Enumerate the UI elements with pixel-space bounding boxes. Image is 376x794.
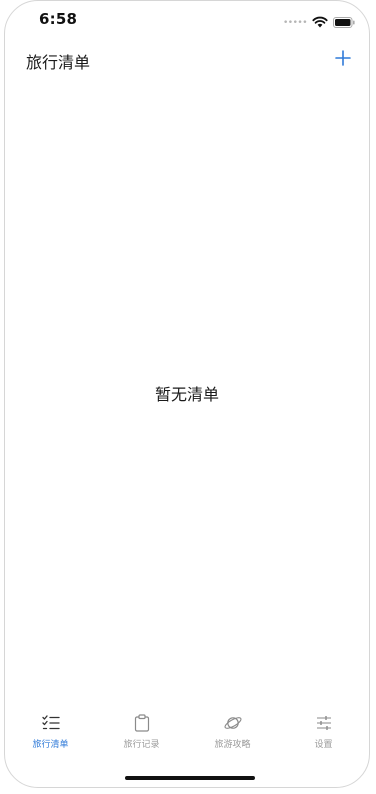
tab-bar: 旅行清单 旅行记录 旅游攻略 设置 bbox=[5, 713, 369, 763]
page-title: 旅行清单 bbox=[26, 53, 91, 72]
status-time: 6:58 bbox=[39, 10, 78, 28]
status-icons: ••••• bbox=[283, 13, 355, 32]
empty-state-text: 暂无清单 bbox=[154, 385, 219, 404]
checklist-icon bbox=[41, 713, 61, 733]
tab-label: 旅行清单 bbox=[32, 740, 69, 750]
tab-label: 旅游攻略 bbox=[214, 740, 251, 750]
tab-settings[interactable]: 设置 bbox=[278, 713, 369, 763]
tab-travel-guides[interactable]: 旅游攻略 bbox=[187, 713, 278, 763]
home-indicator[interactable] bbox=[125, 776, 255, 780]
status-bar: 6:58 ••••• bbox=[5, 1, 369, 39]
tab-label: 设置 bbox=[314, 740, 333, 750]
phone-screen: 6:58 ••••• 旅行清单 暂无清单 旅行清单 旅行记录 旅游攻略 设置 bbox=[4, 0, 370, 788]
add-list-button[interactable] bbox=[331, 45, 355, 71]
navigation-bar: 旅行清单 bbox=[5, 43, 369, 77]
tab-travel-checklist[interactable]: 旅行清单 bbox=[5, 713, 96, 763]
wifi-icon bbox=[312, 13, 328, 32]
battery-icon bbox=[333, 13, 355, 32]
signal-dots-icon: ••••• bbox=[282, 17, 308, 28]
clipboard-icon bbox=[132, 713, 152, 733]
sliders-icon bbox=[314, 713, 334, 733]
tab-label: 旅行记录 bbox=[123, 740, 160, 750]
plus-icon bbox=[335, 50, 351, 66]
planet-icon bbox=[223, 713, 243, 733]
tab-travel-records[interactable]: 旅行记录 bbox=[96, 713, 187, 763]
